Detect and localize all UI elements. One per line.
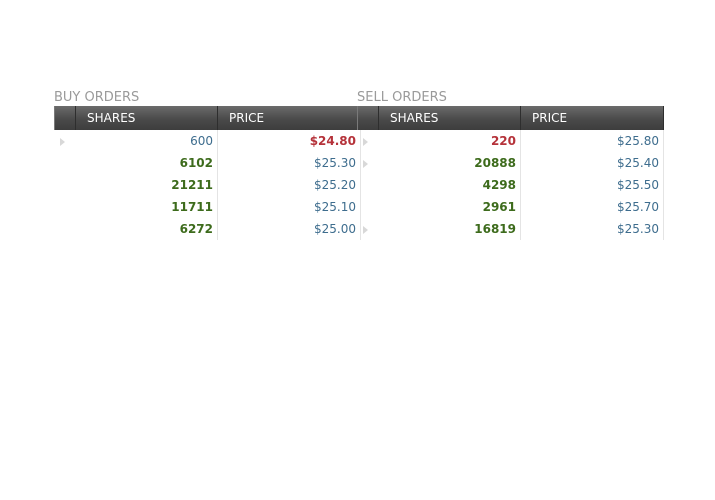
buy-order-row[interactable]: 11711 $25.10 (55, 196, 361, 218)
sell-orders-title: SELL ORDERS (357, 90, 447, 105)
row-indicator-cell (55, 196, 76, 218)
sell-shares-cell: 2961 (378, 196, 521, 218)
buy-orders-body: 600 $24.80 6102 $25.30 21211 $25.20 11711 $25.1… (55, 130, 361, 240)
sell-shares-column-header[interactable]: SHARES (378, 106, 521, 130)
row-indicator-cell (358, 218, 379, 240)
row-indicator-arrow-icon (362, 225, 368, 234)
row-indicator-cell (358, 130, 379, 152)
row-indicator-cell (55, 130, 76, 152)
row-indicator-header (54, 106, 76, 130)
buy-shares-cell: 21211 (75, 174, 218, 196)
sell-order-row[interactable]: 2961 $25.70 (358, 196, 664, 218)
sell-price-cell: $25.30 (520, 218, 664, 240)
buy-orders-header-row: SHARES PRICE (54, 106, 361, 130)
sell-order-row[interactable]: 220 $25.80 (358, 130, 664, 152)
sell-order-row[interactable]: 4298 $25.50 (358, 174, 664, 196)
sell-shares-cell: 220 (378, 130, 521, 152)
buy-shares-cell: 6272 (75, 218, 218, 240)
buy-price-cell: $25.30 (217, 152, 361, 174)
row-indicator-cell (55, 152, 76, 174)
buy-order-row[interactable]: 6102 $25.30 (55, 152, 361, 174)
buy-price-cell: $24.80 (217, 130, 361, 152)
buy-shares-cell: 600 (75, 130, 218, 152)
buy-price-cell: $25.00 (217, 218, 361, 240)
buy-orders-grid: SHARES PRICE 600 $24.80 6102 $25.30 21211 $25… (54, 106, 361, 240)
sell-price-cell: $25.80 (520, 130, 664, 152)
sell-shares-cell: 20888 (378, 152, 521, 174)
buy-shares-cell: 11711 (75, 196, 218, 218)
row-indicator-arrow-icon (59, 137, 65, 146)
sell-order-row[interactable]: 16819 $25.30 (358, 218, 664, 240)
row-indicator-cell (55, 174, 76, 196)
row-indicator-header (357, 106, 379, 130)
buy-order-row[interactable]: 21211 $25.20 (55, 174, 361, 196)
sell-shares-cell: 4298 (378, 174, 521, 196)
sell-price-column-header[interactable]: PRICE (520, 106, 664, 130)
sell-price-header-label: PRICE (532, 111, 568, 125)
buy-shares-header-label: SHARES (87, 111, 136, 125)
sell-shares-cell: 16819 (378, 218, 521, 240)
buy-order-row[interactable]: 6272 $25.00 (55, 218, 361, 240)
buy-orders-panel: BUY ORDERS SHARES PRICE 600 $24.80 6102 $25… (54, 90, 361, 240)
row-indicator-arrow-icon (362, 159, 368, 168)
sell-shares-header-label: SHARES (390, 111, 439, 125)
buy-order-row[interactable]: 600 $24.80 (55, 130, 361, 152)
buy-shares-column-header[interactable]: SHARES (75, 106, 218, 130)
sell-price-cell: $25.40 (520, 152, 664, 174)
sell-price-cell: $25.50 (520, 174, 664, 196)
row-indicator-cell (358, 196, 379, 218)
row-indicator-arrow-icon (362, 137, 368, 146)
sell-orders-body: 220 $25.80 20888 $25.40 4298 $25.50 2961 $25.70… (358, 130, 664, 240)
row-indicator-cell (358, 174, 379, 196)
row-indicator-cell (55, 218, 76, 240)
page: BUY ORDERS SHARES PRICE 600 $24.80 6102 $25… (0, 0, 715, 500)
row-indicator-cell (358, 152, 379, 174)
sell-price-cell: $25.70 (520, 196, 664, 218)
sell-order-row[interactable]: 20888 $25.40 (358, 152, 664, 174)
buy-orders-title: BUY ORDERS (54, 90, 140, 105)
sell-orders-panel: SELL ORDERS SHARES PRICE 220 $25.80 20888 $… (357, 90, 664, 240)
buy-price-cell: $25.20 (217, 174, 361, 196)
buy-price-column-header[interactable]: PRICE (217, 106, 361, 130)
buy-shares-cell: 6102 (75, 152, 218, 174)
sell-orders-grid: SHARES PRICE 220 $25.80 20888 $25.40 4298 $25… (357, 106, 664, 240)
buy-price-cell: $25.10 (217, 196, 361, 218)
sell-orders-header-row: SHARES PRICE (357, 106, 664, 130)
buy-price-header-label: PRICE (229, 111, 265, 125)
